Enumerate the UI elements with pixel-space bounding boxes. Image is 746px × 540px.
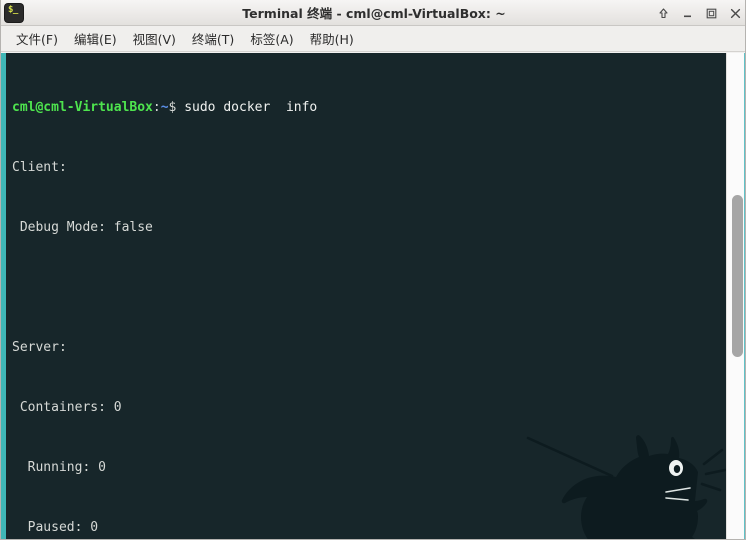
window-title: Terminal 终端 - cml@cml-VirtualBox: ~ — [242, 6, 506, 21]
terminal-text-buffer: cml@cml-VirtualBox:~$ sudo docker info C… — [6, 53, 726, 539]
terminal-output[interactable]: cml@cml-VirtualBox:~$ sudo docker info C… — [6, 53, 726, 539]
menu-bar: 文件(F) 编辑(E) 视图(V) 终端(T) 标签(A) 帮助(H) — [1, 26, 745, 52]
terminal-window: $_ Terminal 终端 - cml@cml-VirtualBox: ~ 文… — [0, 0, 746, 540]
prompt-user-host: cml@cml-VirtualBox — [12, 100, 153, 115]
menu-help[interactable]: 帮助(H) — [302, 27, 362, 50]
prompt-command: sudo docker info — [176, 100, 318, 115]
close-button[interactable] — [728, 6, 743, 21]
minimize-button[interactable] — [680, 6, 695, 21]
menu-file[interactable]: 文件(F) — [8, 27, 66, 50]
title-bar[interactable]: $_ Terminal 终端 - cml@cml-VirtualBox: ~ — [1, 0, 745, 26]
terminal-scrollbar[interactable] — [726, 53, 745, 539]
prompt-separator: : — [152, 100, 161, 115]
window-buttons — [656, 0, 743, 26]
terminal-line: Running: 0 — [12, 460, 106, 475]
shade-button[interactable] — [656, 6, 671, 21]
menu-tabs[interactable]: 标签(A) — [242, 27, 301, 50]
terminal-prompt-line: cml@cml-VirtualBox:~$ sudo docker info — [12, 98, 726, 118]
terminal-line: Containers: 0 — [12, 400, 122, 415]
terminal-line: Paused: 0 — [12, 520, 99, 535]
terminal-area: cml@cml-VirtualBox:~$ sudo docker info C… — [1, 53, 745, 539]
prompt-path: ~ — [160, 100, 169, 115]
terminal-line: Server: — [12, 340, 67, 355]
terminal-line: Debug Mode: false — [12, 220, 153, 235]
menu-terminal[interactable]: 终端(T) — [184, 27, 242, 50]
maximize-button[interactable] — [704, 6, 719, 21]
terminal-icon-glyph: $_ — [8, 5, 18, 15]
scrollbar-thumb[interactable] — [732, 195, 743, 357]
menu-edit[interactable]: 编辑(E) — [66, 27, 125, 50]
terminal-icon: $_ — [5, 4, 23, 22]
terminal-line: Client: — [12, 160, 67, 175]
menu-view[interactable]: 视图(V) — [125, 27, 184, 50]
